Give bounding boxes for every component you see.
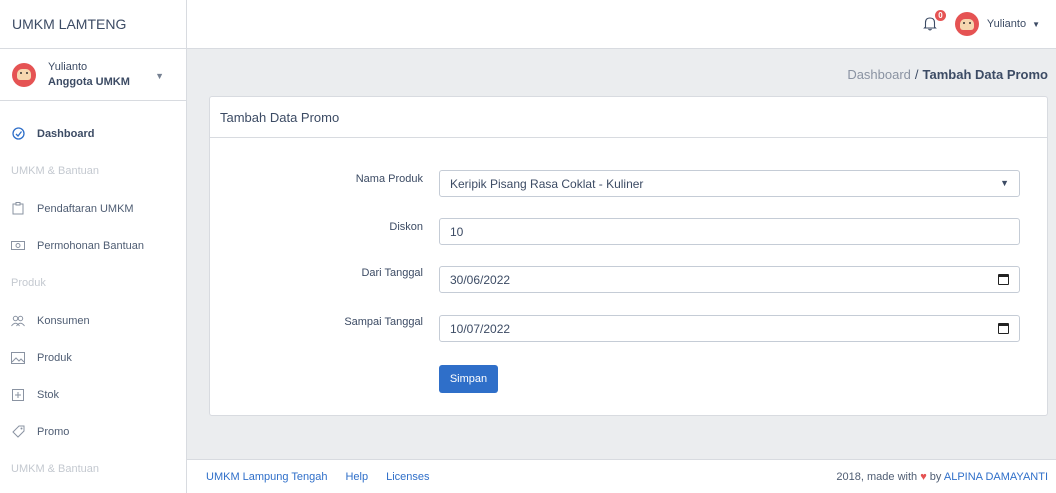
start-date-input[interactable]: 30/06/2022	[439, 266, 1020, 293]
footer-link-help[interactable]: Help	[345, 471, 368, 483]
avatar	[12, 62, 36, 87]
tag-icon	[11, 425, 25, 439]
breadcrumb-link-dashboard[interactable]: Dashboard	[847, 67, 911, 82]
sidebar-item-konsumen[interactable]: Konsumen	[0, 302, 186, 339]
product-select[interactable]: Keripik Pisang Rasa Coklat - Kuliner ▼	[439, 170, 1020, 197]
sidebar: UMKM LAMTENG Yulianto Anggota UMKM ▼ Das…	[0, 0, 187, 493]
footer-credit: 2018, made with ♥ by ALPINA DAMAYANTI	[836, 471, 1048, 483]
sidebar-item-promo[interactable]: Promo	[0, 413, 186, 450]
speedometer-icon	[11, 127, 25, 141]
image-icon	[11, 351, 25, 365]
money-icon	[11, 239, 25, 253]
breadcrumb: Dashboard / Tambah Data Promo	[187, 49, 1056, 100]
chevron-down-icon[interactable]: ▼	[155, 71, 164, 81]
sidebar-item-label: Stok	[37, 388, 60, 401]
notification-button[interactable]: 0	[923, 10, 946, 32]
sidebar-item-label: Dashboard	[37, 127, 95, 140]
plus-box-icon	[11, 388, 25, 402]
field-label: Diskon	[389, 221, 423, 233]
field-label: Nama Produk	[355, 173, 423, 185]
breadcrumb-current: Tambah Data Promo	[922, 67, 1048, 82]
sidebar-user-name: Yulianto	[48, 60, 88, 73]
field-label: Sampai Tanggal	[344, 316, 423, 328]
chevron-down-icon: ▼	[1032, 19, 1040, 29]
end-date-input[interactable]: 10/07/2022	[439, 315, 1020, 342]
field-label: Dari Tanggal	[361, 267, 423, 279]
card-title: Tambah Data Promo	[210, 97, 1047, 138]
sidebar-item-stok[interactable]: Stok	[0, 376, 186, 413]
heart-icon: ♥	[920, 470, 927, 483]
footer-link-licenses[interactable]: Licenses	[386, 471, 429, 483]
form-row-produk: Nama Produk Keripik Pisang Rasa Coklat -…	[210, 170, 1047, 198]
header-user-menu[interactable]: Yulianto ▼	[954, 12, 1040, 36]
sidebar-item-label: Permohonan Bantuan	[37, 239, 145, 252]
sidebar-section-title: UMKM & Bantuan	[11, 165, 100, 177]
sidebar-item-dashboard[interactable]: Dashboard	[0, 115, 186, 152]
promo-form-card: Tambah Data Promo Nama Produk Keripik Pi…	[209, 96, 1048, 416]
sidebar-item-label: Pendaftaran UMKM	[37, 202, 134, 215]
sidebar-section-title: UMKM & Bantuan	[11, 463, 100, 475]
sidebar-user-role: Anggota UMKM	[48, 75, 130, 88]
sidebar-item-label: Promo	[37, 425, 70, 438]
product-select-value: Keripik Pisang Rasa Coklat - Kuliner	[450, 176, 644, 191]
sidebar-section-title: Produk	[11, 277, 46, 289]
chevron-down-icon: ▼	[1000, 178, 1009, 188]
clipboard-icon	[11, 202, 25, 216]
header-user-name: Yulianto	[986, 18, 1027, 30]
discount-input-value: 10	[450, 224, 464, 239]
footer-credit-middle: by	[929, 470, 942, 483]
sidebar-nav: Dashboard UMKM & Bantuan Pendaftaran UMK…	[0, 101, 186, 488]
notification-badge: 0	[934, 10, 946, 21]
form-row-dari-tanggal: Dari Tanggal 30/06/2022	[210, 266, 1047, 294]
sidebar-item-pendaftaran-umkm[interactable]: Pendaftaran UMKM	[0, 190, 186, 227]
footer-author-link[interactable]: ALPINA DAMAYANTI	[944, 471, 1048, 483]
end-date-value: 10/07/2022	[450, 321, 511, 336]
save-button[interactable]: Simpan	[439, 365, 498, 393]
form-row-sampai-tanggal: Sampai Tanggal 10/07/2022	[210, 315, 1047, 343]
sidebar-item-produk[interactable]: Produk	[0, 339, 186, 376]
footer-link-umkm[interactable]: UMKM Lampung Tengah	[206, 471, 327, 483]
sidebar-item-label: Produk	[37, 351, 72, 364]
start-date-value: 30/06/2022	[450, 272, 511, 287]
top-header: 0 Yulianto ▼	[187, 0, 1056, 49]
calendar-icon[interactable]	[998, 323, 1009, 334]
people-icon	[11, 314, 25, 328]
footer: UMKM Lampung Tengah Help Licenses 2018, …	[187, 459, 1056, 493]
avatar	[954, 12, 979, 36]
brand-logo[interactable]: UMKM LAMTENG	[0, 0, 186, 49]
discount-input[interactable]: 10	[439, 218, 1020, 245]
sidebar-user-panel[interactable]: Yulianto Anggota UMKM ▼	[0, 49, 186, 101]
sidebar-item-permohonan-bantuan[interactable]: Permohonan Bantuan	[0, 227, 186, 264]
form-row-diskon: Diskon 10	[210, 218, 1047, 246]
calendar-icon[interactable]	[998, 274, 1009, 285]
sidebar-item-label: Konsumen	[37, 314, 90, 327]
breadcrumb-separator: /	[914, 67, 919, 82]
footer-credit-prefix: 2018, made with	[836, 470, 918, 483]
